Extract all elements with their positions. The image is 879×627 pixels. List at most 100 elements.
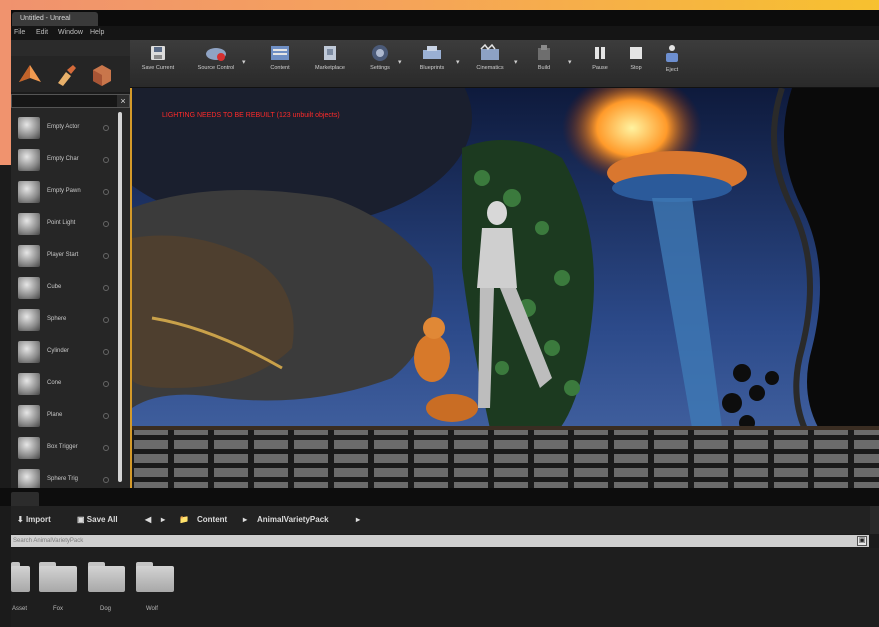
- decorative-left-band: [0, 0, 11, 165]
- cinematics-button[interactable]: Cinematics: [470, 44, 510, 86]
- breadcrumb-separator-icon: ▸: [243, 515, 248, 524]
- place-item-label: Plane: [47, 412, 63, 418]
- settings-button[interactable]: Settings: [360, 44, 400, 86]
- filter-icon[interactable]: ▣: [857, 536, 867, 546]
- info-icon[interactable]: [103, 477, 109, 483]
- chevron-down-icon[interactable]: ▾: [242, 58, 246, 66]
- empty-pawn-icon: [18, 181, 40, 203]
- place-item-cube[interactable]: Cube: [11, 274, 119, 304]
- info-icon[interactable]: [103, 157, 109, 163]
- marketplace-button[interactable]: Marketplace: [310, 44, 350, 86]
- info-icon[interactable]: [103, 381, 109, 387]
- build-button[interactable]: Build: [524, 44, 564, 86]
- place-item-cylinder[interactable]: Cylinder: [11, 338, 119, 368]
- cube-icon: [18, 277, 40, 299]
- forward-button[interactable]: ▸: [161, 515, 165, 524]
- chevron-down-icon[interactable]: ▾: [398, 58, 402, 66]
- menu-edit[interactable]: Edit: [36, 26, 48, 40]
- modes-header: [11, 40, 130, 56]
- place-item-empty-char[interactable]: Empty Char: [11, 146, 119, 176]
- stop-button[interactable]: Stop: [616, 44, 656, 86]
- build-icon: [538, 45, 550, 60]
- menu-window[interactable]: Window: [58, 26, 83, 40]
- info-icon[interactable]: [103, 189, 109, 195]
- place-item-label: Cylinder: [47, 348, 70, 354]
- content-icon: [271, 46, 289, 60]
- import-button[interactable]: ⬇ Import: [17, 515, 51, 524]
- menu-bar: File Edit Window Help: [0, 26, 879, 40]
- place-item-label: Empty Pawn: [47, 188, 81, 194]
- place-item-empty-pawn[interactable]: Empty Pawn: [11, 178, 119, 208]
- box-trigger-icon: [18, 437, 40, 459]
- lighting-warning: LIGHTING NEEDS TO BE REBUILT (123 unbuil…: [162, 112, 340, 119]
- info-icon[interactable]: [103, 413, 109, 419]
- info-icon[interactable]: [103, 285, 109, 291]
- clear-search-icon[interactable]: ×: [117, 95, 129, 107]
- save-all-button[interactable]: ▣ Save All: [77, 515, 118, 524]
- blueprints-button[interactable]: Blueprints: [412, 44, 452, 86]
- breadcrumb-content[interactable]: Content: [197, 515, 227, 524]
- content-browser-tab[interactable]: [11, 492, 39, 506]
- settings-icon: [372, 45, 388, 61]
- place-item-empty-actor[interactable]: Empty Actor: [11, 114, 119, 144]
- info-icon[interactable]: [103, 445, 109, 451]
- place-item-player-start[interactable]: Player Start: [11, 242, 119, 272]
- place-item-label: Player Start: [47, 252, 79, 258]
- asset-search-input[interactable]: Search AnimalVarietyPack: [11, 535, 869, 547]
- place-item-label: Sphere: [47, 316, 67, 322]
- place-search-input[interactable]: ×: [11, 94, 130, 108]
- place-item-label: Cube: [47, 284, 62, 290]
- blueprints-icon: [423, 46, 441, 59]
- place-item-cone[interactable]: Cone: [11, 370, 119, 400]
- place-item-label: Cone: [47, 380, 62, 386]
- place-item-box-trigger[interactable]: Box Trigger: [11, 434, 119, 464]
- folder-label: Asset: [12, 606, 28, 612]
- menu-file[interactable]: File: [14, 26, 25, 40]
- decorative-top-band: [0, 0, 879, 10]
- source-control-button[interactable]: Source Control: [196, 44, 236, 86]
- breadcrumb-pack[interactable]: AnimalVarietyPack: [257, 515, 329, 524]
- chevron-right-icon[interactable]: ▸: [356, 515, 360, 524]
- chevron-down-icon[interactable]: ▾: [456, 58, 460, 66]
- info-icon[interactable]: [103, 317, 109, 323]
- menu-help[interactable]: Help: [90, 26, 104, 40]
- chevron-down-icon[interactable]: ▾: [568, 58, 572, 66]
- folder-label: Wolf: [146, 606, 158, 612]
- folder-tile[interactable]: [39, 560, 77, 592]
- info-icon[interactable]: [103, 349, 109, 355]
- stop-icon: [630, 47, 642, 59]
- place-item-plane[interactable]: Plane: [11, 402, 119, 432]
- folder-label: Dog: [100, 606, 112, 612]
- place-item-label: Box Trigger: [47, 444, 78, 450]
- cinematics-icon: [480, 44, 499, 60]
- place-item-sphere-trigger[interactable]: Sphere Trig: [11, 466, 119, 490]
- info-icon[interactable]: [103, 253, 109, 259]
- place-panel-scrollbar[interactable]: [118, 112, 122, 482]
- chevron-down-icon[interactable]: ▾: [514, 58, 518, 66]
- sphere-trigger-icon: [18, 469, 40, 490]
- place-mode-icon[interactable]: [17, 62, 43, 88]
- info-icon[interactable]: [103, 125, 109, 131]
- folder-tile[interactable]: [136, 560, 174, 592]
- info-icon[interactable]: [103, 221, 109, 227]
- content-button[interactable]: Content: [260, 44, 300, 86]
- sphere-icon: [18, 309, 40, 331]
- folder-tile[interactable]: [88, 560, 125, 592]
- folder-tile[interactable]: [11, 560, 30, 592]
- place-item-sphere[interactable]: Sphere: [11, 306, 119, 336]
- player-start-icon: [18, 245, 40, 267]
- pause-button[interactable]: Pause: [580, 44, 620, 86]
- save-current-button[interactable]: Save Current: [138, 44, 178, 86]
- empty-actor-icon: [18, 117, 40, 139]
- eject-button[interactable]: Eject: [652, 44, 692, 86]
- landscape-mode-icon[interactable]: [89, 62, 115, 88]
- back-button[interactable]: ◀: [145, 515, 151, 524]
- plane-icon: [18, 405, 40, 427]
- panel-edge: [870, 506, 879, 534]
- place-item-label: Sphere Trig: [47, 476, 79, 482]
- paint-mode-icon[interactable]: [53, 62, 79, 88]
- eject-icon: [666, 45, 678, 62]
- level-viewport[interactable]: LIGHTING NEEDS TO BE REBUILT (123 unbuil…: [130, 88, 879, 488]
- place-item-point-light[interactable]: Point Light: [11, 210, 119, 240]
- document-tab[interactable]: Untitled - Unreal: [12, 12, 98, 26]
